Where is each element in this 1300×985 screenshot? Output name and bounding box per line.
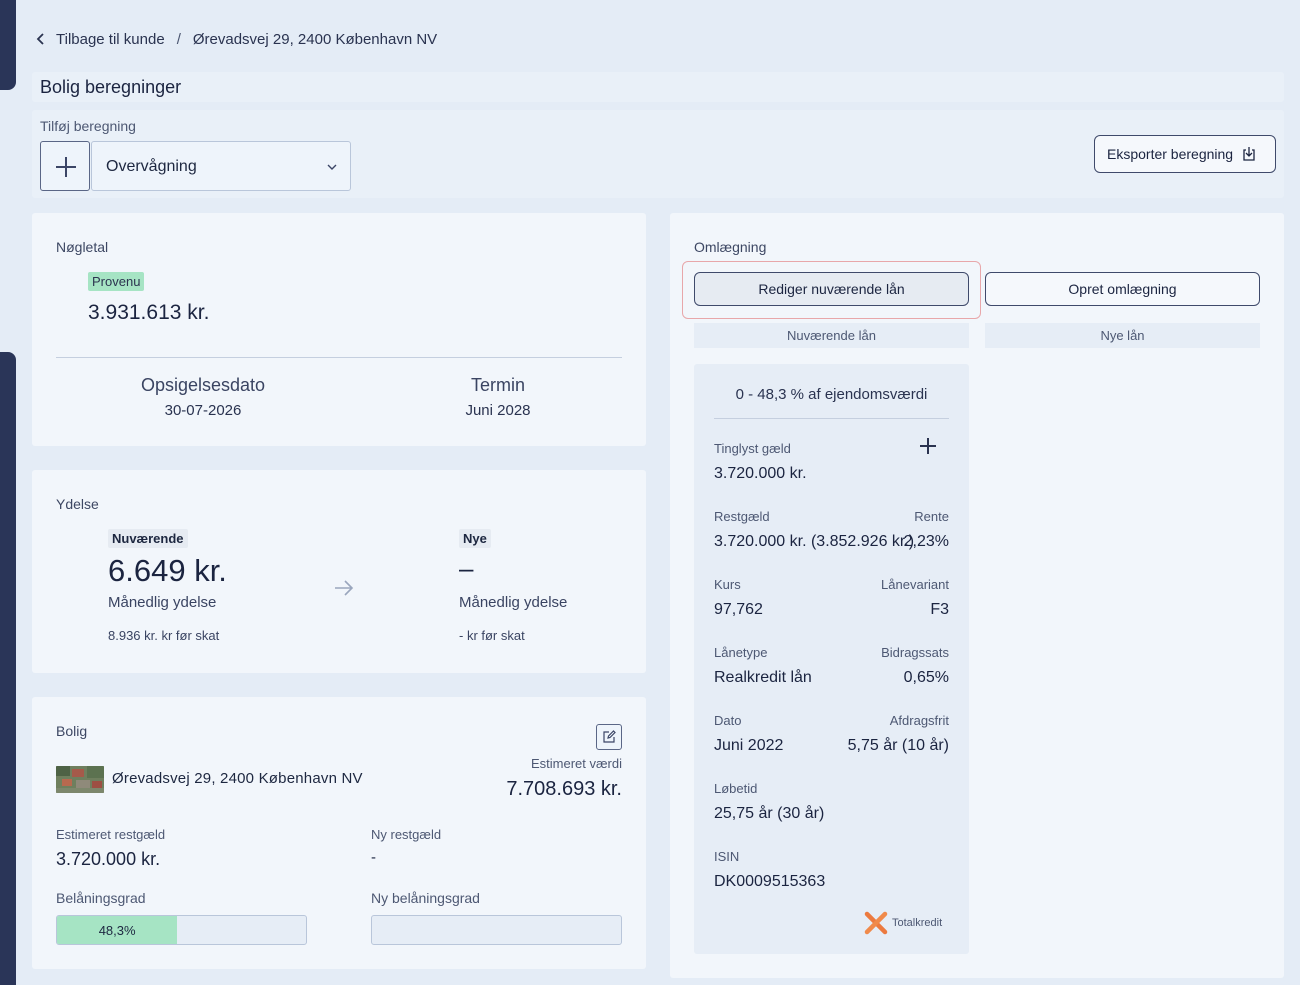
- loan-variant-value: F3: [930, 601, 949, 618]
- termination-date-label: Opsigelsesdato: [140, 375, 266, 395]
- loan-type-label: Lånetype: [714, 645, 768, 660]
- add-calculation-panel: Tilføj beregning Overvågning Eksporter b…: [32, 110, 1284, 198]
- new-payment-label: Månedlig ydelse: [459, 594, 568, 611]
- current-badge: Nuværende: [108, 529, 188, 548]
- current-loan-panel: 0 - 48,3 % af ejendomsværdi Tinglyst gæl…: [694, 364, 969, 954]
- current-pretax: 8.936 kr. kr før skat: [108, 628, 220, 643]
- ltv-progress-bar: 48,3%: [56, 915, 307, 945]
- back-to-customer-link[interactable]: Tilbage til kunde: [56, 31, 165, 48]
- estimated-debt-label: Estimeret restgæld: [56, 827, 166, 842]
- calculation-type-value: Overvågning: [106, 158, 197, 175]
- interest-label: Rente: [914, 509, 949, 524]
- export-calculation-button[interactable]: Eksporter beregning: [1094, 135, 1276, 173]
- payment-card: Ydelse Nuværende 6.649 kr. Månedlig ydel…: [32, 470, 646, 673]
- plus-icon[interactable]: [920, 438, 936, 454]
- key-figures-title: Nøgletal: [56, 239, 109, 255]
- ltv-value: 48,3%: [98, 923, 136, 938]
- term-value: Juni 2028: [465, 402, 531, 419]
- term-length-label: Løbetid: [714, 781, 758, 796]
- export-calculation-label: Eksporter beregning: [1107, 146, 1234, 162]
- interest-only-label: Afdragsfrit: [889, 713, 949, 728]
- contribution-rate-label: Bidragssats: [881, 645, 949, 660]
- new-debt-value: -: [371, 849, 376, 866]
- add-calculation-button[interactable]: [40, 141, 90, 191]
- provenu-badge: Provenu: [88, 272, 145, 291]
- new-pretax: - kr før skat: [459, 628, 525, 643]
- new-ltv-label: Ny belåningsgrad: [371, 890, 480, 906]
- new-badge: Nye: [459, 529, 491, 548]
- term-block: Termin Juni 2028: [373, 375, 623, 419]
- refinancing-card: Omlægning Rediger nuværende lån Opret om…: [670, 213, 1284, 978]
- property-title: Bolig: [56, 723, 88, 739]
- edit-current-loan-button[interactable]: Rediger nuværende lån: [694, 272, 969, 306]
- price-value: 97,762: [714, 601, 763, 618]
- key-figures-card: Nøgletal Provenu 3.931.613 kr. Opsigelse…: [32, 213, 646, 446]
- interest-value: 2,23%: [903, 533, 949, 550]
- divider: [714, 418, 949, 419]
- new-debt-label: Ny restgæld: [371, 827, 442, 842]
- termination-date-value: 30-07-2026: [164, 402, 242, 419]
- remaining-debt-label: Restgæld: [714, 509, 770, 524]
- breadcrumb-current: Ørevadsvej 29, 2400 København NV: [192, 30, 438, 48]
- create-refinancing-button[interactable]: Opret omlægning: [985, 272, 1260, 306]
- contribution-rate-value: 0,65%: [903, 669, 949, 686]
- isin-label: ISIN: [714, 849, 740, 864]
- date-label: Dato: [714, 713, 742, 728]
- registered-debt-value: 3.720.000 kr.: [714, 465, 807, 482]
- add-calculation-label: Tilføj beregning: [40, 118, 136, 134]
- loan-range: 0 - 48,3 % af ejendomsværdi: [735, 386, 928, 403]
- refinancing-title: Omlægning: [694, 239, 767, 255]
- divider: [56, 357, 622, 358]
- ltv-label: Belåningsgrad: [56, 890, 146, 906]
- termination-date-block: Opsigelsesdato 30-07-2026: [78, 375, 328, 419]
- loan-type-value: Realkredit lån: [714, 669, 812, 686]
- breadcrumb: Tilbage til kunde / Ørevadsvej 29, 2400 …: [36, 28, 437, 50]
- provenu-value: 3.931.613 kr.: [88, 301, 210, 324]
- arrow-right-icon: [335, 580, 354, 596]
- isin-value: DK0009515363: [714, 873, 826, 890]
- totalkredit-x-icon: [864, 911, 888, 935]
- chevron-left-icon[interactable]: [36, 31, 46, 47]
- interest-only-value: 5,75 år (10 år): [847, 737, 949, 754]
- new-loans-header: Nye lån: [985, 323, 1260, 348]
- remaining-debt-value: 3.720.000 kr. (3.852.926 kr.): [714, 533, 915, 550]
- chevron-down-icon: [327, 164, 337, 170]
- new-payment-value: –: [459, 553, 474, 583]
- price-label: Kurs: [714, 577, 741, 592]
- lender-name: Totalkredit: [892, 917, 943, 929]
- sidebar-edge-top: [0, 0, 16, 90]
- current-loans-header: Nuværende lån: [694, 323, 969, 348]
- property-address: Ørevadsvej 29, 2400 København NV: [112, 770, 363, 787]
- current-payment-label: Månedlig ydelse: [108, 594, 217, 611]
- page-title-bar: Bolig beregninger: [32, 72, 1284, 102]
- breadcrumb-separator: /: [176, 30, 181, 48]
- term-length-value: 25,75 år (30 år): [714, 805, 825, 822]
- calculation-type-select[interactable]: Overvågning: [91, 141, 351, 191]
- estimated-value: 7.708.693 kr.: [506, 778, 622, 800]
- property-thumbnail: [56, 766, 104, 793]
- new-ltv-progress-bar: [371, 915, 622, 945]
- estimated-debt-value: 3.720.000 kr.: [56, 849, 161, 869]
- download-icon: [1243, 147, 1255, 161]
- date-value: Juni 2022: [714, 737, 784, 754]
- edit-property-button[interactable]: [596, 724, 622, 750]
- property-card: Bolig Ørevadsvej 29, 2400 København NV E…: [32, 697, 646, 969]
- current-payment-value: 6.649 kr.: [108, 553, 227, 588]
- registered-debt-label: Tinglyst gæld: [714, 441, 791, 456]
- payment-title: Ydelse: [56, 496, 99, 512]
- loan-variant-label: Lånevariant: [881, 577, 949, 592]
- sidebar-edge-bottom: [0, 352, 16, 985]
- term-label: Termin: [470, 375, 525, 395]
- page-title: Bolig beregninger: [40, 77, 182, 97]
- edit-icon: [603, 730, 616, 743]
- totalkredit-logo: Totalkredit: [864, 911, 942, 935]
- estimated-value-label: Estimeret værdi: [530, 756, 622, 771]
